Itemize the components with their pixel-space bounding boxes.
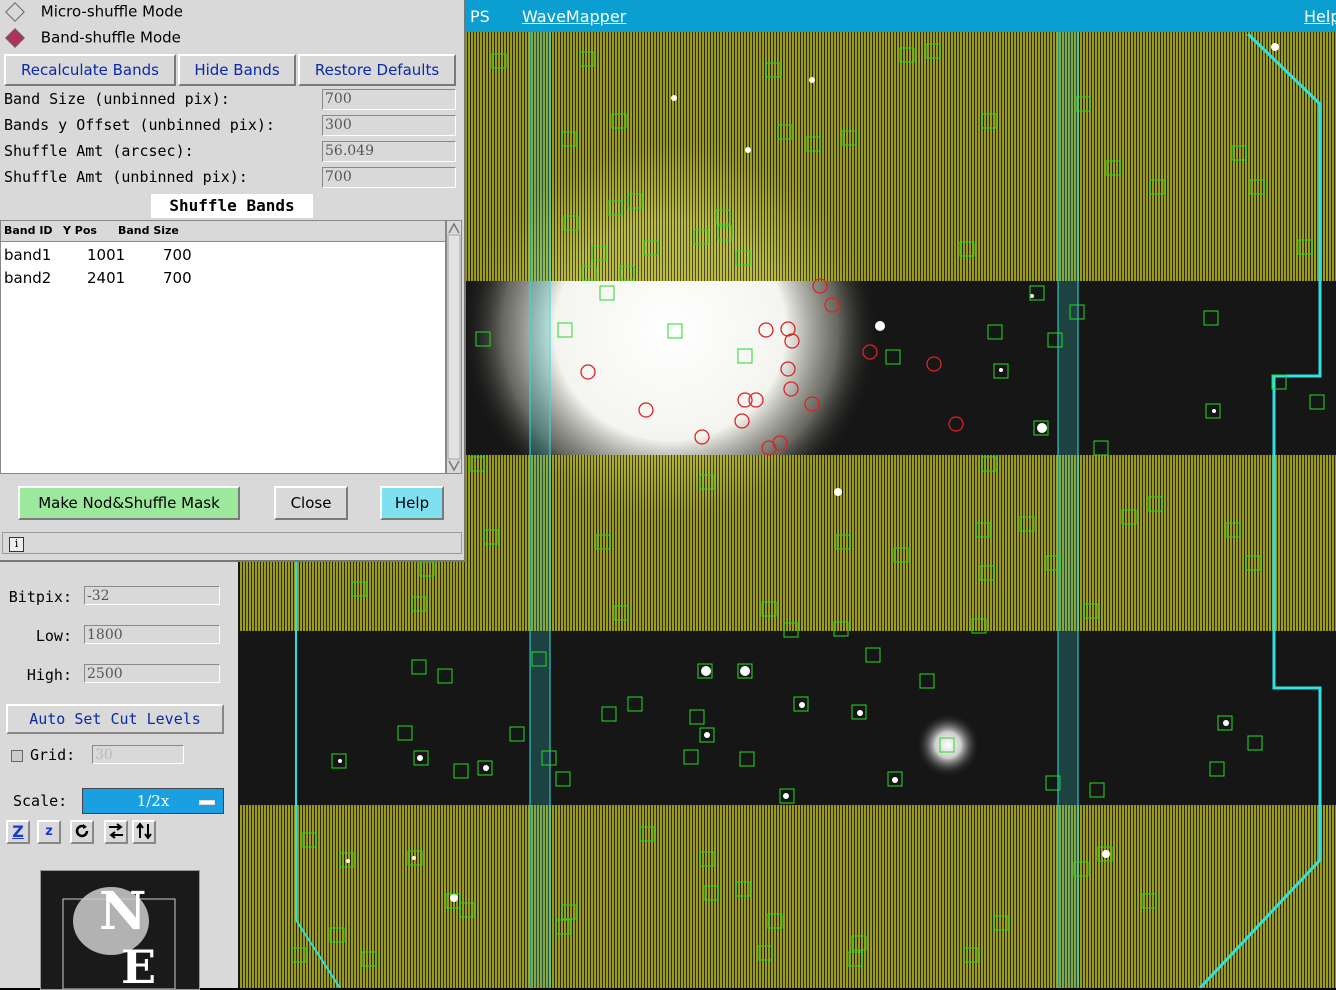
table-scrollbar[interactable] <box>446 220 462 474</box>
low-cut-input[interactable]: 1800 <box>84 625 220 644</box>
column-header: Band Size <box>118 224 179 237</box>
shuffle-pix-input[interactable]: 700 <box>322 167 456 188</box>
shuffle-arcsec-label: Shuffle Amt (arcsec): <box>4 142 194 160</box>
restore-defaults-button[interactable]: Restore Defaults <box>298 54 456 86</box>
shuffle-bands-table[interactable]: Band ID Y Pos Band Size band1 1001 700 b… <box>0 220 446 474</box>
band-shuffle-label: Band-shuffle Mode <box>40 28 181 47</box>
bands-offset-input[interactable]: 300 <box>322 115 456 136</box>
high-label: High: <box>26 666 72 684</box>
compass-east: E <box>121 940 156 989</box>
menu-ps[interactable]: PS <box>470 7 490 26</box>
table-header: Band ID Y Pos Band Size <box>1 221 445 242</box>
bitpix-label: Bitpix: <box>8 588 72 606</box>
rotate-glyph <box>75 824 89 838</box>
band-size-cell: 700 <box>163 246 192 264</box>
shuffle-arcsec-input[interactable]: 56.049 <box>322 141 456 162</box>
auto-set-cut-levels-button[interactable]: Auto Set Cut Levels <box>6 704 224 734</box>
scale-label: Scale: <box>13 792 68 810</box>
recalculate-bands-button[interactable]: Recalculate Bands <box>4 54 176 86</box>
status-bar: i <box>2 532 462 554</box>
y-pos-cell: 1001 <box>87 246 126 264</box>
grid-label: Grid: <box>30 746 76 764</box>
flip-y-icon[interactable] <box>132 820 156 844</box>
flip-x-icon[interactable] <box>104 820 128 844</box>
shuffle-band-region <box>240 805 1336 988</box>
band-shuffle-radio[interactable]: Band-shuffle Mode <box>5 27 181 52</box>
table-row[interactable]: band1 1001 700 <box>1 244 445 267</box>
y-pos-cell: 2401 <box>87 269 126 287</box>
column-header: Y Pos <box>63 224 97 237</box>
bitpix-field: -32 <box>84 586 220 605</box>
grid-spacing-input[interactable]: 30 <box>92 745 184 764</box>
zoom-out-icon[interactable]: z <box>37 820 61 844</box>
nod-shuffle-dialog: Micro-shuffle Mode Band-shuffle Mode Rec… <box>0 0 466 562</box>
menu-help[interactable]: Help <box>1304 7 1336 26</box>
make-mask-button[interactable]: Make Nod&Shuffle Mask <box>18 486 240 520</box>
column-header: Band ID <box>4 224 53 237</box>
radio-on-icon <box>5 27 25 48</box>
band-id-cell: band1 <box>4 246 52 264</box>
flip-y-glyph <box>136 822 152 840</box>
info-icon[interactable]: i <box>9 537 24 552</box>
menu-wavemapper[interactable]: WaveMapper <box>522 7 626 26</box>
scroll-arrows <box>447 222 461 472</box>
bands-offset-label: Bands y Offset (unbinned pix): <box>4 116 275 134</box>
close-button[interactable]: Close <box>274 486 348 520</box>
shuffle-bands-title: Shuffle Bands <box>151 194 313 218</box>
panner-thumbnail[interactable]: N E <box>40 870 200 990</box>
compass-overlay: N E <box>41 871 199 989</box>
band-size-input[interactable]: 700 <box>322 89 456 110</box>
compass-north: N <box>99 881 147 942</box>
table-row[interactable]: band2 2401 700 <box>1 267 445 290</box>
shuffle-pix-label: Shuffle Amt (unbinned pix): <box>4 168 248 186</box>
micro-shuffle-label: Micro-shuffle Mode <box>40 2 184 21</box>
hide-bands-button[interactable]: Hide Bands <box>178 54 296 86</box>
dropdown-icon <box>199 800 215 805</box>
shuffle-band-region <box>466 32 1336 281</box>
scale-value: 1/2x <box>136 792 170 810</box>
micro-shuffle-radio[interactable]: Micro-shuffle Mode <box>5 1 184 26</box>
flip-x-glyph <box>109 823 123 839</box>
grid-checkbox[interactable] <box>11 750 23 762</box>
main-menubar: PS WaveMapper Help <box>466 0 1336 32</box>
band-id-cell: band2 <box>4 269 52 287</box>
band-size-cell: 700 <box>163 269 192 287</box>
low-label: Low: <box>35 627 72 645</box>
band-size-label: Band Size (unbinned pix): <box>4 90 230 108</box>
rotate-icon[interactable] <box>70 820 94 844</box>
scale-select[interactable]: 1/2x <box>82 788 224 814</box>
help-button[interactable]: Help <box>380 486 444 520</box>
high-cut-input[interactable]: 2500 <box>84 664 220 683</box>
zoom-in-icon[interactable]: Z <box>6 820 30 844</box>
radio-off-icon <box>5 1 25 22</box>
